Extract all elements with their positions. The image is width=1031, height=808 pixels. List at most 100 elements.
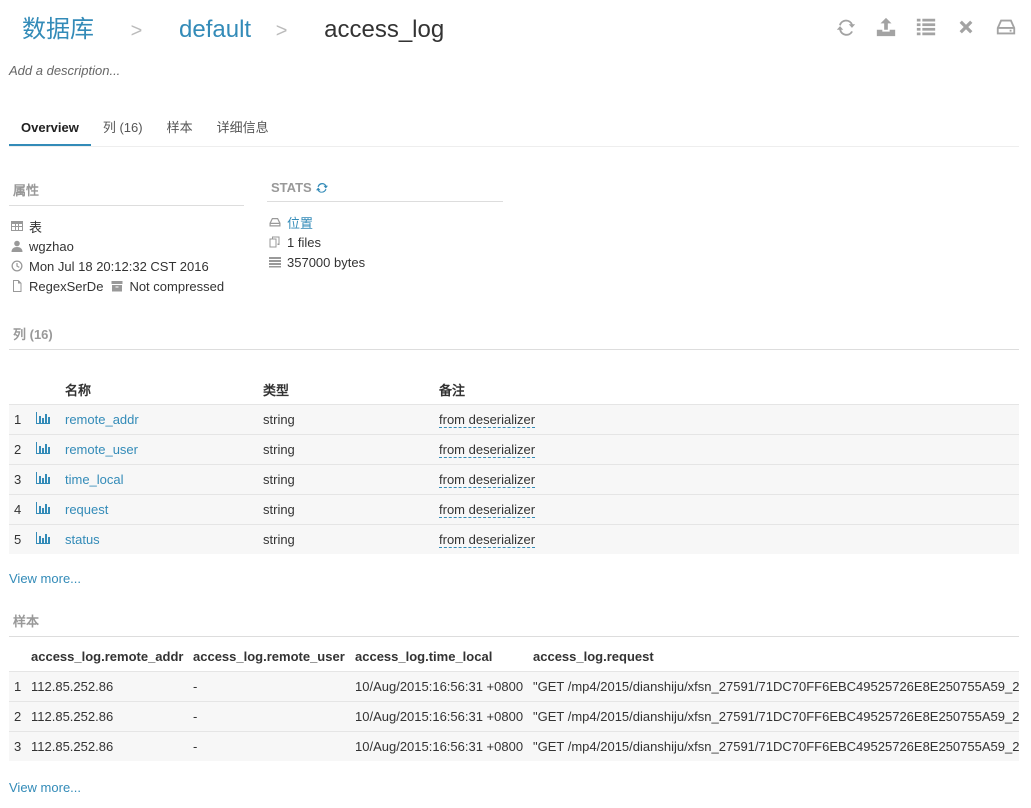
archive-icon xyxy=(111,280,123,292)
row-index: 4 xyxy=(9,494,36,525)
table-row: 1 112.85.252.86 - 10/Aug/2015:16:56:31 +… xyxy=(9,671,1019,702)
sample-cell: "GET /mp4/2015/dianshiju/xfsn_27591/71DC… xyxy=(533,701,1019,732)
breadcrumb-db-link[interactable]: default xyxy=(179,16,251,43)
stats-location-link[interactable]: 位置 xyxy=(287,213,313,232)
stats-location: 位置 xyxy=(269,212,503,232)
column-comment[interactable]: from deserializer xyxy=(439,412,536,428)
column-name-link[interactable]: time_local xyxy=(65,472,124,487)
tab-details[interactable]: 详细信息 xyxy=(205,118,281,146)
property-type-value: 表 xyxy=(29,219,43,235)
property-owner-value: wgzhao xyxy=(29,238,74,254)
table-row: 4 request string from deserializer xyxy=(9,494,1019,525)
tab-bar: Overview 列 (16) 样本 详细信息 xyxy=(9,118,281,146)
sample-cell: 10/Aug/2015:16:56:31 +0800 xyxy=(355,731,533,761)
property-serde-value: RegexSerDe xyxy=(29,278,104,294)
column-type: string xyxy=(263,464,439,495)
clock-icon xyxy=(11,260,23,272)
database-bars-icon xyxy=(269,256,281,268)
property-compression-value: Not compressed xyxy=(129,278,225,294)
stats-bytes-value: 357000 bytes xyxy=(287,254,366,270)
column-header-name[interactable]: 名称 xyxy=(65,375,263,405)
table-row: 5 status string from deserializer xyxy=(9,524,1019,554)
upload-icon[interactable] xyxy=(873,14,899,40)
description-placeholder[interactable]: Add a description... xyxy=(9,63,120,78)
tab-columns[interactable]: 列 (16) xyxy=(91,118,155,146)
row-index: 1 xyxy=(9,404,36,435)
column-comment[interactable]: from deserializer xyxy=(439,502,536,518)
sample-section-title: 样本 xyxy=(9,611,1019,637)
sample-cell: 112.85.252.86 xyxy=(31,701,193,732)
sample-cell: 10/Aug/2015:16:56:31 +0800 xyxy=(355,671,533,702)
row-index: 2 xyxy=(9,434,36,465)
sample-header[interactable]: access_log.time_local xyxy=(355,642,533,672)
breadcrumb-databases-link[interactable]: 数据库 xyxy=(22,16,94,43)
column-type: string xyxy=(263,404,439,435)
tab-overview[interactable]: Overview xyxy=(9,118,91,146)
column-name-link[interactable]: request xyxy=(65,502,108,517)
list-icon[interactable] xyxy=(913,14,939,40)
sample-cell: "GET /mp4/2015/dianshiju/xfsn_27591/71DC… xyxy=(533,731,1019,761)
column-comment[interactable]: from deserializer xyxy=(439,532,536,548)
property-type: 表 xyxy=(11,216,244,236)
column-stats-icon[interactable] xyxy=(36,404,65,435)
row-index: 2 xyxy=(9,701,31,732)
column-stats-icon[interactable] xyxy=(36,494,65,525)
columns-view-more-link[interactable]: View more... xyxy=(9,571,81,586)
property-owner: wgzhao xyxy=(11,236,244,256)
stats-title-row: STATS xyxy=(267,180,503,202)
stats-title: STATS xyxy=(271,180,312,195)
column-name-link[interactable]: status xyxy=(65,532,100,547)
stats-panel: STATS 位置 1 files 357000 bytes xyxy=(267,180,503,272)
breadcrumb-separator: > xyxy=(130,20,143,42)
drive-icon[interactable] xyxy=(993,14,1019,40)
tab-sample[interactable]: 样本 xyxy=(155,118,205,146)
column-type: string xyxy=(263,494,439,525)
close-icon[interactable] xyxy=(953,14,979,40)
sample-table-wrapper: access_log.remote_addr access_log.remote… xyxy=(9,642,1019,761)
column-header-comment[interactable]: 备注 xyxy=(439,375,1019,405)
column-comment[interactable]: from deserializer xyxy=(439,472,536,488)
user-icon xyxy=(11,240,23,252)
row-index: 5 xyxy=(9,524,36,554)
column-header-type[interactable]: 类型 xyxy=(263,375,439,405)
column-type: string xyxy=(263,434,439,465)
row-index: 1 xyxy=(9,671,31,702)
sample-cell: "GET /mp4/2015/dianshiju/xfsn_27591/71DC… xyxy=(533,671,1019,702)
column-stats-icon[interactable] xyxy=(36,434,65,465)
sample-header[interactable]: access_log.remote_addr xyxy=(31,642,193,672)
table-icon xyxy=(11,220,23,232)
stats-bytes: 357000 bytes xyxy=(269,252,503,272)
column-name-link[interactable]: remote_user xyxy=(65,442,138,457)
column-name-link[interactable]: remote_addr xyxy=(65,412,139,427)
column-stats-icon[interactable] xyxy=(36,464,65,495)
sample-view-more-link[interactable]: View more... xyxy=(9,780,81,795)
sample-header[interactable]: access_log.remote_user xyxy=(193,642,355,672)
columns-section-title: 列 (16) xyxy=(9,324,1019,350)
column-comment[interactable]: from deserializer xyxy=(439,442,536,458)
column-type: string xyxy=(263,524,439,554)
breadcrumb: 数据库 > default > access_log xyxy=(22,14,444,47)
toolbar xyxy=(833,14,1019,40)
breadcrumb-separator: > xyxy=(275,20,288,42)
sample-cell: 112.85.252.86 xyxy=(31,671,193,702)
table-row: 2 remote_user string from deserializer xyxy=(9,434,1019,465)
property-serde: RegexSerDe Not compressed xyxy=(11,276,244,296)
drive-icon xyxy=(269,216,281,228)
properties-title: 属性 xyxy=(9,180,244,206)
refresh-icon[interactable] xyxy=(833,14,859,40)
refresh-stats-icon[interactable] xyxy=(315,182,328,194)
sample-cell: 10/Aug/2015:16:56:31 +0800 xyxy=(355,701,533,732)
columns-table: 名称 类型 备注 1 remote_addr string from deser… xyxy=(9,375,1019,554)
file-icon xyxy=(11,280,23,292)
property-created-value: Mon Jul 18 20:12:32 CST 2016 xyxy=(29,258,209,274)
sample-header[interactable]: access_log.request xyxy=(533,642,1019,672)
tab-underline xyxy=(9,146,1019,147)
table-row: 3 112.85.252.86 - 10/Aug/2015:16:56:31 +… xyxy=(9,731,1019,761)
column-stats-icon[interactable] xyxy=(36,524,65,554)
properties-panel: 属性 表 wgzhao Mon Jul 18 20:12:32 CST 2016… xyxy=(9,180,244,296)
page-title: access_log xyxy=(324,16,445,43)
row-index: 3 xyxy=(9,731,31,761)
sample-cell: - xyxy=(193,701,355,732)
stats-files: 1 files xyxy=(269,232,503,252)
row-index: 3 xyxy=(9,464,36,495)
